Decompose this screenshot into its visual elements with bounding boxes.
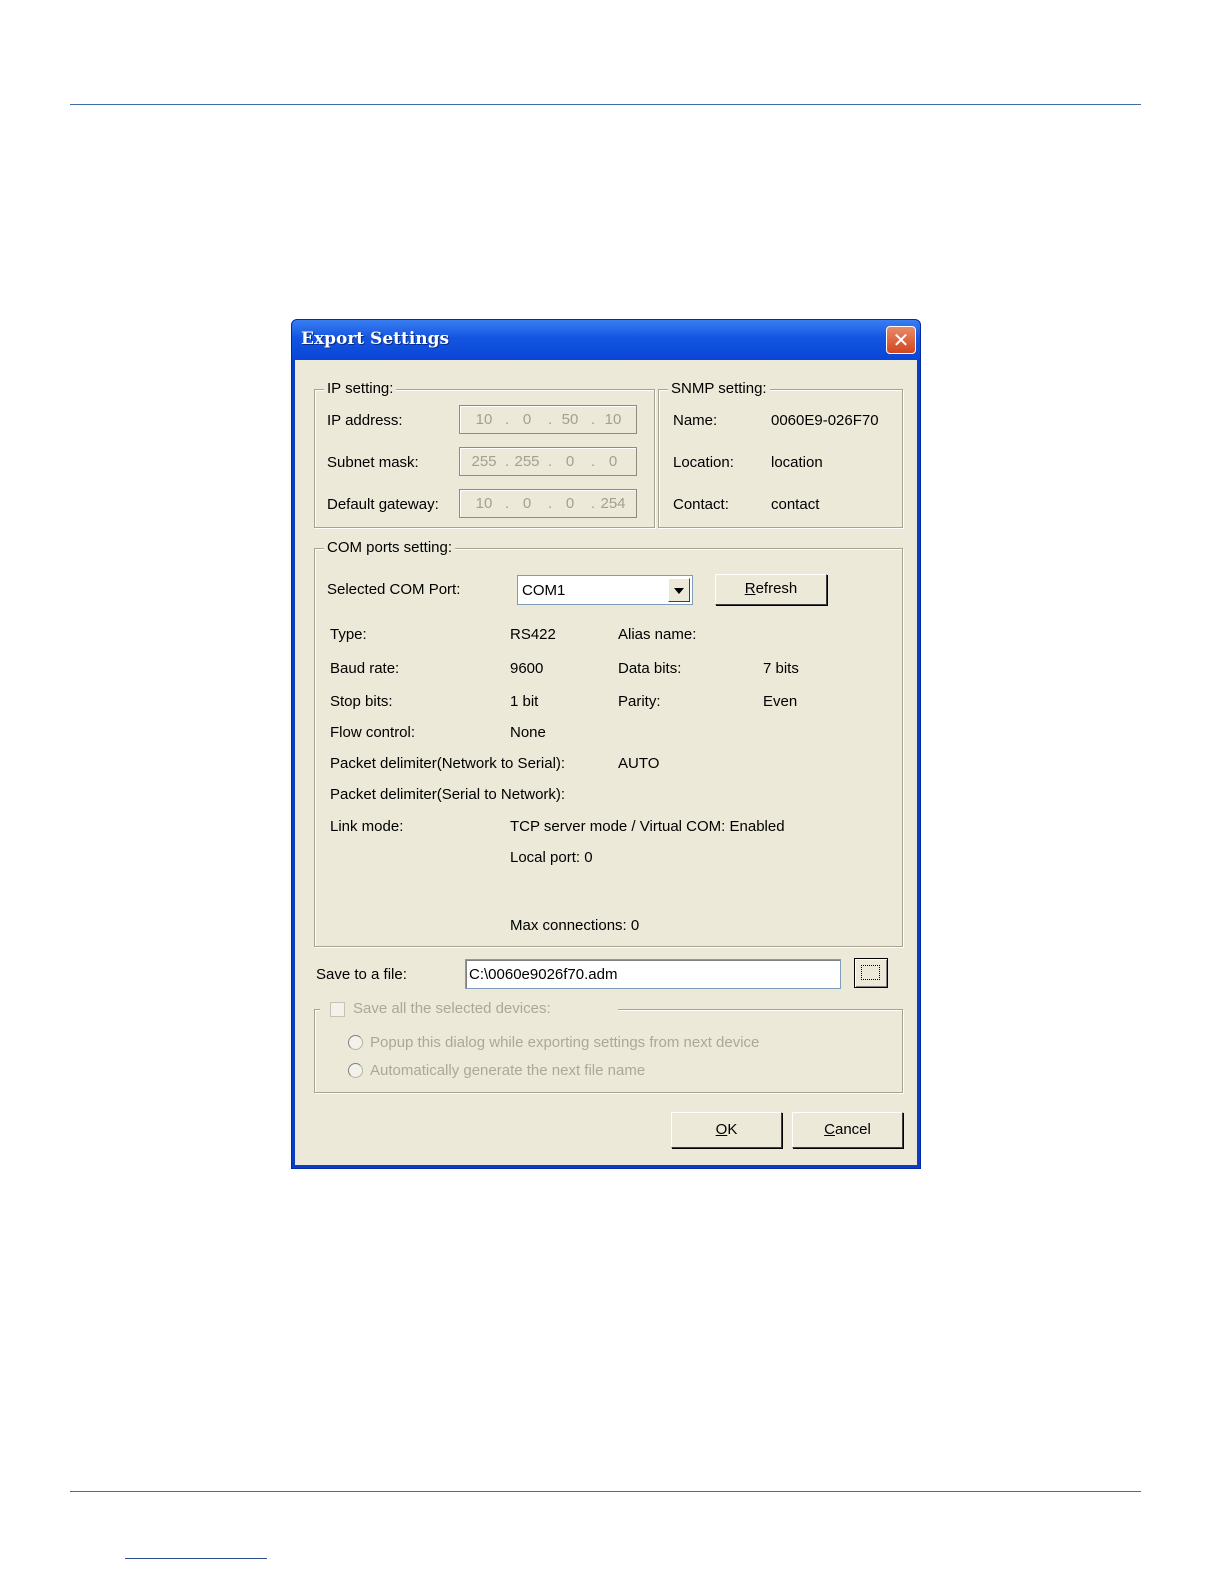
ip-dot: . [548, 411, 553, 428]
snmp-contact-value: contact [771, 496, 820, 513]
ok-button[interactable]: OK [671, 1112, 782, 1148]
ip-octet: 255 [471, 453, 497, 470]
ip-octet: 0 [522, 411, 532, 428]
type-label: Type: [330, 626, 367, 643]
dialog-title: Export Settings [301, 329, 450, 349]
ip-address-label: IP address: [327, 412, 403, 429]
parity-value: Even [763, 693, 798, 710]
max-connections-value: Max connections: 0 [510, 917, 640, 934]
snmp-location-value: location [771, 454, 823, 471]
refresh-button-label: Refresh [744, 580, 798, 597]
data-bits-value: 7 bits [763, 660, 799, 677]
ip-dot: . [591, 453, 596, 470]
footer-link-underline [125, 1558, 267, 1559]
local-port-value: Local port: 0 [510, 849, 593, 866]
popup-dialog-radio[interactable] [348, 1035, 363, 1050]
ip-setting-legend: IP setting: [324, 380, 397, 397]
ip-address-field[interactable]: 10 . 0 . 50 . 10 [459, 405, 637, 434]
snmp-contact-label: Contact: [673, 496, 729, 513]
flow-control-label: Flow control: [330, 724, 416, 741]
save-all-checkbox-label: Save all the selected devices: [353, 1000, 551, 1017]
subnet-mask-field[interactable]: 255 . 255 . 0 . 0 [459, 447, 637, 476]
ip-octet: 254 [600, 495, 626, 512]
title-bar[interactable]: Export Settings ✕ [292, 320, 920, 360]
ip-dot: . [548, 453, 553, 470]
ip-dot: . [505, 495, 510, 512]
snmp-setting-legend: SNMP setting: [668, 380, 770, 397]
snmp-name-value: 0060E9-026F70 [771, 412, 879, 429]
type-value: RS422 [510, 626, 556, 643]
ip-dot: . [505, 453, 510, 470]
com-port-select-value: COM1 [522, 582, 566, 599]
ip-octet: 0 [565, 495, 575, 512]
ip-dot: . [591, 411, 596, 428]
browse-button[interactable] [854, 958, 888, 988]
packet-delimiter-s2n-label: Packet delimiter(Serial to Network): [330, 786, 566, 803]
save-all-legend: Save all the selected devices: [320, 1000, 618, 1019]
popup-dialog-radio-label: Popup this dialog while exporting settin… [370, 1034, 760, 1051]
save-to-file-label: Save to a file: [316, 966, 407, 983]
selected-com-port-label: Selected COM Port: [327, 581, 461, 598]
data-bits-label: Data bits: [618, 660, 682, 677]
packet-delimiter-n2s-label: Packet delimiter(Network to Serial): [330, 755, 566, 772]
com-port-select[interactable]: COM1 [517, 575, 693, 605]
alias-name-label: Alias name: [618, 626, 697, 643]
save-all-devices-group: Save all the selected devices: Popup thi… [314, 1000, 903, 1093]
parity-label: Parity: [618, 693, 661, 710]
save-file-input[interactable]: C:\0060e9026f70.adm [465, 959, 841, 989]
link-mode-label: Link mode: [330, 818, 404, 835]
ip-dot: . [505, 411, 510, 428]
ok-button-label: OK [715, 1121, 738, 1138]
baud-rate-label: Baud rate: [330, 660, 400, 677]
page-top-rule [70, 104, 1141, 105]
snmp-setting-group: SNMP setting: Name: 0060E9-026F70 Locati… [658, 380, 903, 528]
flow-control-value: None [510, 724, 546, 741]
ip-octet: 0 [565, 453, 575, 470]
refresh-button[interactable]: Refresh [715, 574, 827, 605]
snmp-location-label: Location: [673, 454, 734, 471]
ip-octet: 255 [514, 453, 540, 470]
close-icon: ✕ [892, 328, 910, 352]
com-ports-group: COM ports setting: Selected COM Port: CO… [314, 539, 903, 947]
ip-octet: 0 [608, 453, 618, 470]
baud-rate-value: 9600 [510, 660, 544, 677]
ip-octet: 10 [475, 411, 493, 428]
save-all-checkbox[interactable] [330, 1002, 345, 1017]
subnet-mask-label: Subnet mask: [327, 454, 419, 471]
dialog-body: IP setting: IP address: 10 . 0 . 50 . 10… [295, 360, 917, 1165]
default-gateway-field[interactable]: 10 . 0 . 0 . 254 [459, 489, 637, 518]
link-mode-value: TCP server mode / Virtual COM: Enabled [510, 818, 785, 835]
cancel-button-label: Cancel [824, 1121, 871, 1138]
com-ports-legend: COM ports setting: [324, 539, 456, 556]
ip-octet: 10 [604, 411, 622, 428]
ip-setting-group: IP setting: IP address: 10 . 0 . 50 . 10… [314, 380, 655, 528]
auto-generate-radio[interactable] [348, 1063, 363, 1078]
export-settings-dialog: Export Settings ✕ IP setting: IP address… [291, 319, 921, 1169]
snmp-name-label: Name: [673, 412, 718, 429]
auto-generate-radio-label: Automatically generate the next file nam… [370, 1062, 646, 1079]
packet-delimiter-n2s-value: AUTO [618, 755, 660, 772]
ip-octet: 0 [522, 495, 532, 512]
default-gateway-label: Default gateway: [327, 496, 439, 513]
ip-octet: 10 [475, 495, 493, 512]
chevron-down-icon[interactable] [668, 578, 690, 602]
ip-dot: . [591, 495, 596, 512]
page-bottom-rule [70, 1491, 1141, 1492]
stop-bits-value: 1 bit [510, 693, 539, 710]
ip-dot: . [548, 495, 553, 512]
cancel-button[interactable]: Cancel [792, 1112, 903, 1148]
close-button[interactable]: ✕ [886, 326, 916, 354]
ip-octet: 50 [561, 411, 579, 428]
save-file-input-value: C:\0060e9026f70.adm [469, 966, 618, 983]
ellipsis-icon [861, 965, 880, 980]
stop-bits-label: Stop bits: [330, 693, 393, 710]
